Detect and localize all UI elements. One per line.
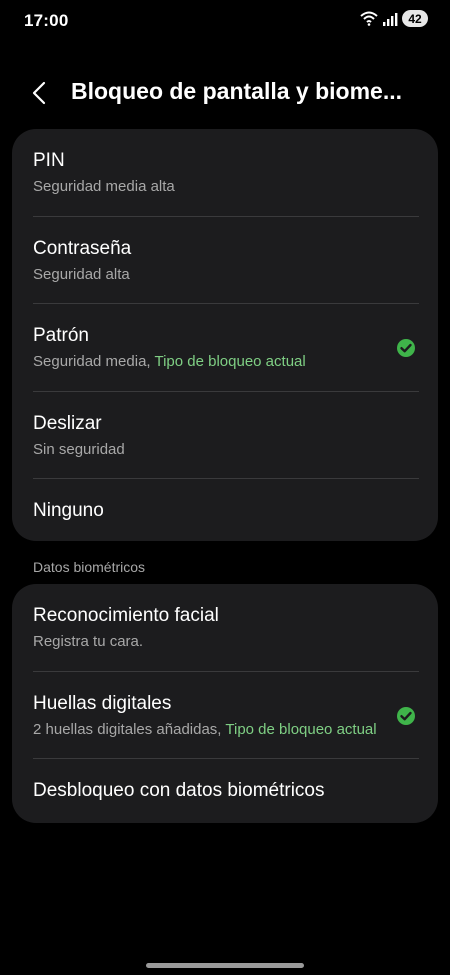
lock-option-pattern[interactable]: Patrón Seguridad media, Tipo de bloqueo …: [12, 304, 438, 391]
option-subtitle: Sin seguridad: [33, 440, 125, 458]
option-title: Desbloqueo con datos biométricos: [33, 780, 325, 801]
option-title: PIN: [33, 150, 65, 171]
battery-icon: 42: [402, 10, 428, 27]
check-circle-icon: [397, 339, 415, 357]
option-title: Reconocimiento facial: [33, 605, 219, 626]
option-subtitle: Seguridad alta: [33, 265, 130, 283]
option-subtitle: Seguridad media alta: [33, 178, 175, 195]
option-subtitle: Seguridad media, Tipo de bloqueo actual: [33, 353, 306, 370]
biometric-face-recognition[interactable]: Reconocimiento facial Registra tu cara.: [12, 584, 438, 671]
lock-option-pin[interactable]: PIN Seguridad media alta: [12, 129, 438, 216]
biometric-unlock[interactable]: Desbloqueo con datos biométricos: [12, 759, 438, 823]
option-title: Huellas digitales: [33, 692, 172, 714]
home-indicator[interactable]: [146, 963, 304, 968]
option-title: Contraseña: [33, 237, 132, 259]
biometric-fingerprints[interactable]: Huellas digitales 2 huellas digitales añ…: [12, 672, 438, 759]
page-title: Bloqueo de pantalla y biome...: [71, 78, 402, 104]
wifi-icon: [360, 11, 378, 26]
current-lock-label: Tipo de bloqueo actual: [225, 720, 377, 738]
biometrics-list: Reconocimiento facial Registra tu cara. …: [12, 584, 438, 823]
chevron-left-icon: [32, 81, 46, 105]
section-label-biometrics: Datos biométricos: [33, 559, 146, 575]
status-icons: 42: [360, 10, 428, 27]
check-circle-icon: [397, 706, 415, 725]
option-title: Patrón: [33, 325, 89, 346]
back-button[interactable]: [24, 76, 58, 110]
app-header: Bloqueo de pantalla y biome...: [0, 70, 450, 116]
lock-type-list: PIN Seguridad media alta Contraseña Segu…: [12, 129, 438, 541]
option-subtitle: Registra tu cara.: [33, 633, 144, 650]
option-subtitle: 2 huellas digitales añadidas, Tipo de bl…: [33, 720, 377, 738]
option-title: Deslizar: [33, 412, 102, 434]
lock-option-password[interactable]: Contraseña Seguridad alta: [12, 217, 438, 304]
status-bar: 17:00 42: [0, 0, 450, 42]
current-lock-label: Tipo de bloqueo actual: [154, 353, 306, 370]
lock-option-swipe[interactable]: Deslizar Sin seguridad: [12, 392, 438, 479]
status-time: 17:00: [24, 11, 69, 30]
lock-option-none[interactable]: Ninguno: [12, 479, 438, 541]
signal-icon: [383, 12, 398, 26]
option-title: Ninguno: [33, 500, 104, 521]
